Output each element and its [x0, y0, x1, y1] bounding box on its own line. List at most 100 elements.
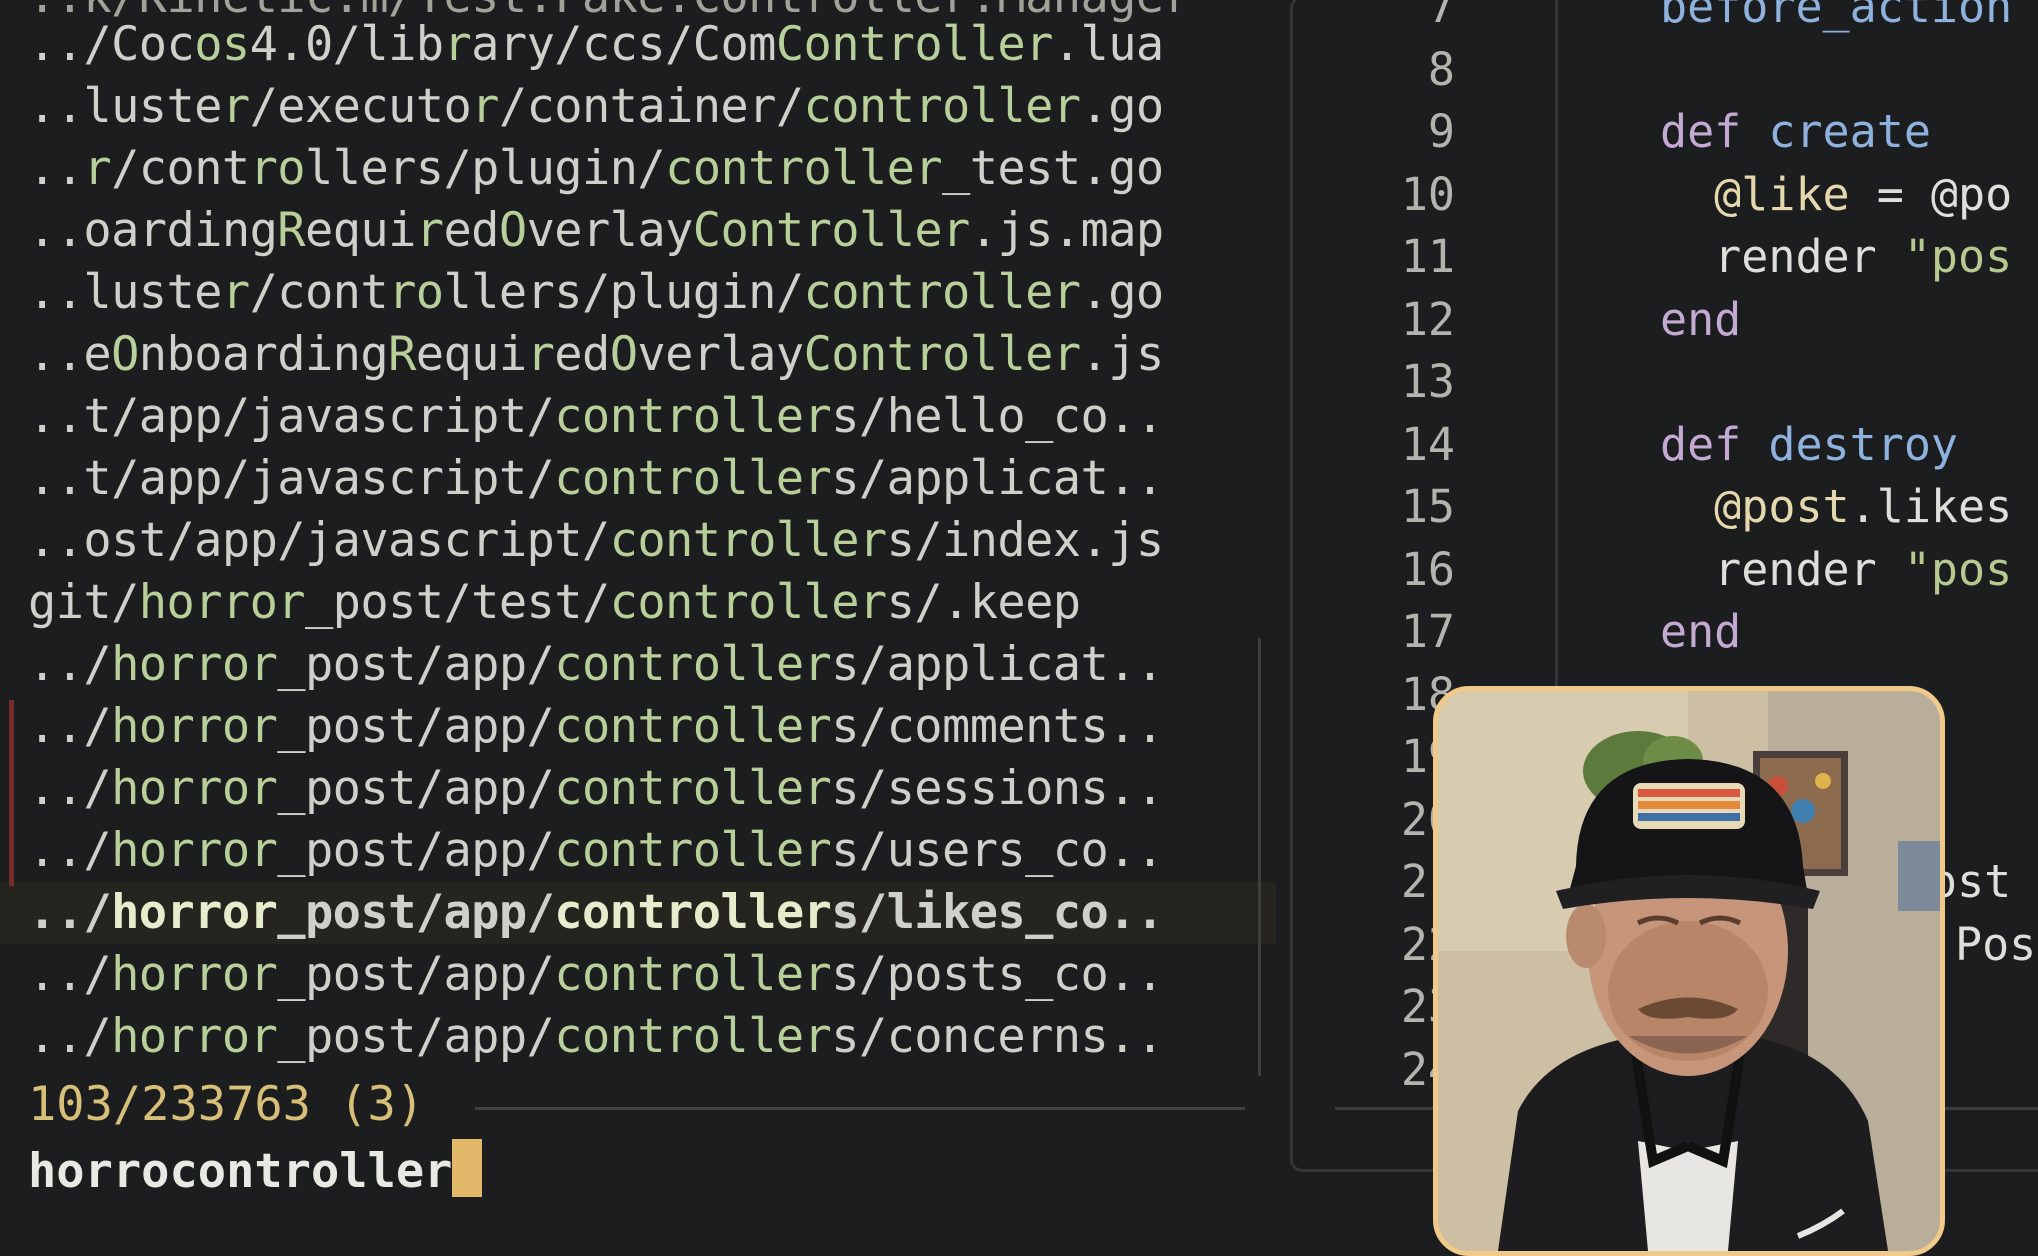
match-highlight: r	[443, 17, 472, 72]
code-token: render	[1660, 230, 1904, 283]
match-highlight: ro	[388, 265, 444, 320]
result-row[interactable]: ..t/app/javascript/controllers/hello_co.…	[0, 386, 1276, 448]
code-line[interactable]: end	[1660, 605, 1741, 658]
path-text: ed	[443, 203, 499, 258]
code-line[interactable]: def create	[1660, 105, 1931, 158]
code-line[interactable]: Pos	[1955, 918, 2036, 971]
path-text: llers/plugin/	[305, 141, 666, 196]
match-highlight: horror	[111, 699, 278, 754]
path-text: equi	[304, 203, 416, 258]
match-highlight: O	[111, 327, 139, 382]
code-line[interactable]: def destroy	[1660, 418, 1958, 471]
match-highlight: controller	[554, 761, 832, 816]
path-text: ../	[28, 885, 112, 940]
path-text: ..oarding	[28, 203, 278, 258]
code-token: end	[1660, 605, 1742, 658]
path-text: ../Coc	[28, 17, 195, 72]
path-text: /cont	[249, 265, 389, 320]
match-highlight: r	[415, 203, 444, 258]
result-row[interactable]: ..oardingRequiredOverlayController.js.ma…	[0, 200, 1276, 262]
code-line[interactable]: @like = @po	[1660, 168, 2012, 221]
text-cursor	[452, 1139, 483, 1197]
match-highlight: r	[83, 141, 112, 196]
result-row[interactable]: ../horror_post/app/controllers/users_co.…	[0, 820, 1276, 882]
match-highlight: controller	[554, 389, 832, 444]
result-row-selected[interactable]: ../horror_post/app/controllers/likes_co.…	[0, 882, 1276, 944]
search-prompt[interactable]: horrocontroller	[28, 1139, 483, 1199]
result-row[interactable]: ..t/app/javascript/controllers/applicat.…	[0, 448, 1276, 510]
path-text: _post/app/	[277, 699, 555, 754]
path-text: ../	[28, 637, 112, 692]
result-row[interactable]: ..r/controllers/plugin/controller_test.g…	[0, 138, 1276, 200]
code-line[interactable]: render "pos	[1660, 543, 2012, 596]
result-row[interactable]: git/horror_post/test/controllers/.keep	[0, 572, 1276, 634]
path-text: ../	[28, 699, 112, 754]
path-text: ed	[554, 327, 610, 382]
count-divider	[475, 1107, 1245, 1110]
result-row[interactable]: ../horror_post/app/controllers/concerns.…	[0, 1006, 1276, 1068]
result-row[interactable]: ../horror_post/app/controllers/applicat.…	[0, 634, 1276, 696]
path-text: _post/test/	[304, 575, 610, 630]
result-row[interactable]: ..luster/controllers/plugin/controller.g…	[0, 262, 1276, 324]
results-scrollbar[interactable]	[1258, 638, 1261, 1076]
match-highlight: r	[471, 79, 499, 134]
webcam-overlay	[1433, 686, 1945, 1256]
path-text: nboarding	[138, 327, 389, 382]
line-number: 10	[1400, 167, 1455, 221]
line-number: 15	[1400, 480, 1455, 533]
match-highlight: controller	[554, 451, 832, 506]
path-text: .go	[1080, 265, 1165, 320]
path-text: s/likes_co..	[831, 885, 1164, 940]
code-token: @like	[1660, 167, 1850, 221]
line-number: 16	[1400, 542, 1455, 596]
code-line[interactable]: before_action	[1660, 0, 2012, 33]
match-highlight: r	[221, 79, 250, 134]
match-highlight: controller	[665, 141, 943, 196]
match-highlight: Controller	[692, 203, 971, 258]
match-highlight: controller	[609, 513, 888, 568]
match-highlight: r	[526, 327, 555, 382]
code-line[interactable]: end	[1660, 293, 1741, 346]
path-text: _post/app/	[277, 885, 555, 940]
code-line[interactable]: @post.likes	[1660, 480, 2012, 533]
code-token: "pos	[1903, 230, 2013, 283]
path-text: ../	[28, 823, 112, 878]
line-number: 9	[1427, 105, 1455, 158]
line-number: 8	[1427, 42, 1455, 96]
code-line[interactable]: render "pos	[1660, 230, 2012, 283]
match-count: 103/233763 (3)	[28, 1077, 425, 1132]
path-text: _post/app/	[277, 761, 555, 816]
code-token: Pos	[1955, 917, 2037, 971]
match-highlight: horror	[111, 761, 278, 816]
result-row[interactable]: ../horror_post/app/controllers/comments.…	[0, 696, 1276, 758]
match-highlight: controller	[609, 575, 888, 630]
path-text: ..luste	[28, 265, 222, 320]
path-text: .js	[1080, 327, 1165, 382]
match-highlight: O	[609, 327, 638, 382]
path-text: verlay	[526, 203, 694, 258]
match-highlight: controller	[554, 823, 832, 878]
code-token: .likes	[1849, 480, 2013, 533]
result-row[interactable]: ../horror_post/app/controllers/sessions.…	[0, 758, 1276, 820]
fuzzy-finder-panel: ..k/Kinetic.m/Test.Fake.Controller.Manag…	[0, 0, 1276, 1219]
match-highlight: Controller	[775, 17, 1054, 72]
match-highlight: controller	[554, 1009, 832, 1064]
match-highlight: controller	[803, 265, 1082, 320]
search-query[interactable]: horrocontroller	[28, 1144, 452, 1199]
result-row[interactable]: ..ost/app/javascript/controllers/index.j…	[0, 510, 1276, 572]
match-highlight: r	[221, 265, 250, 320]
result-row[interactable]: ../Cocos4.0/library/ccs/ComController.lu…	[0, 14, 1276, 76]
path-text: _post/app/	[277, 947, 555, 1002]
path-text: _post/app/	[277, 1009, 555, 1064]
path-text: _post/app/	[277, 637, 555, 692]
match-highlight: O	[498, 203, 527, 258]
result-row[interactable]: ../horror_post/app/controllers/posts_co.…	[0, 944, 1276, 1006]
match-highlight: R	[277, 203, 305, 258]
result-row[interactable]: ..eOnboardingRequiredOverlayController.j…	[0, 324, 1276, 386]
code-token: render	[1660, 542, 1904, 596]
path-text: ..t/app/javascript/	[28, 451, 555, 506]
result-row[interactable]: ..luster/executor/container/controller.g…	[0, 76, 1276, 138]
path-text: ..	[28, 141, 84, 196]
git-change-marker	[9, 700, 14, 886]
code-token: create	[1768, 105, 1931, 158]
